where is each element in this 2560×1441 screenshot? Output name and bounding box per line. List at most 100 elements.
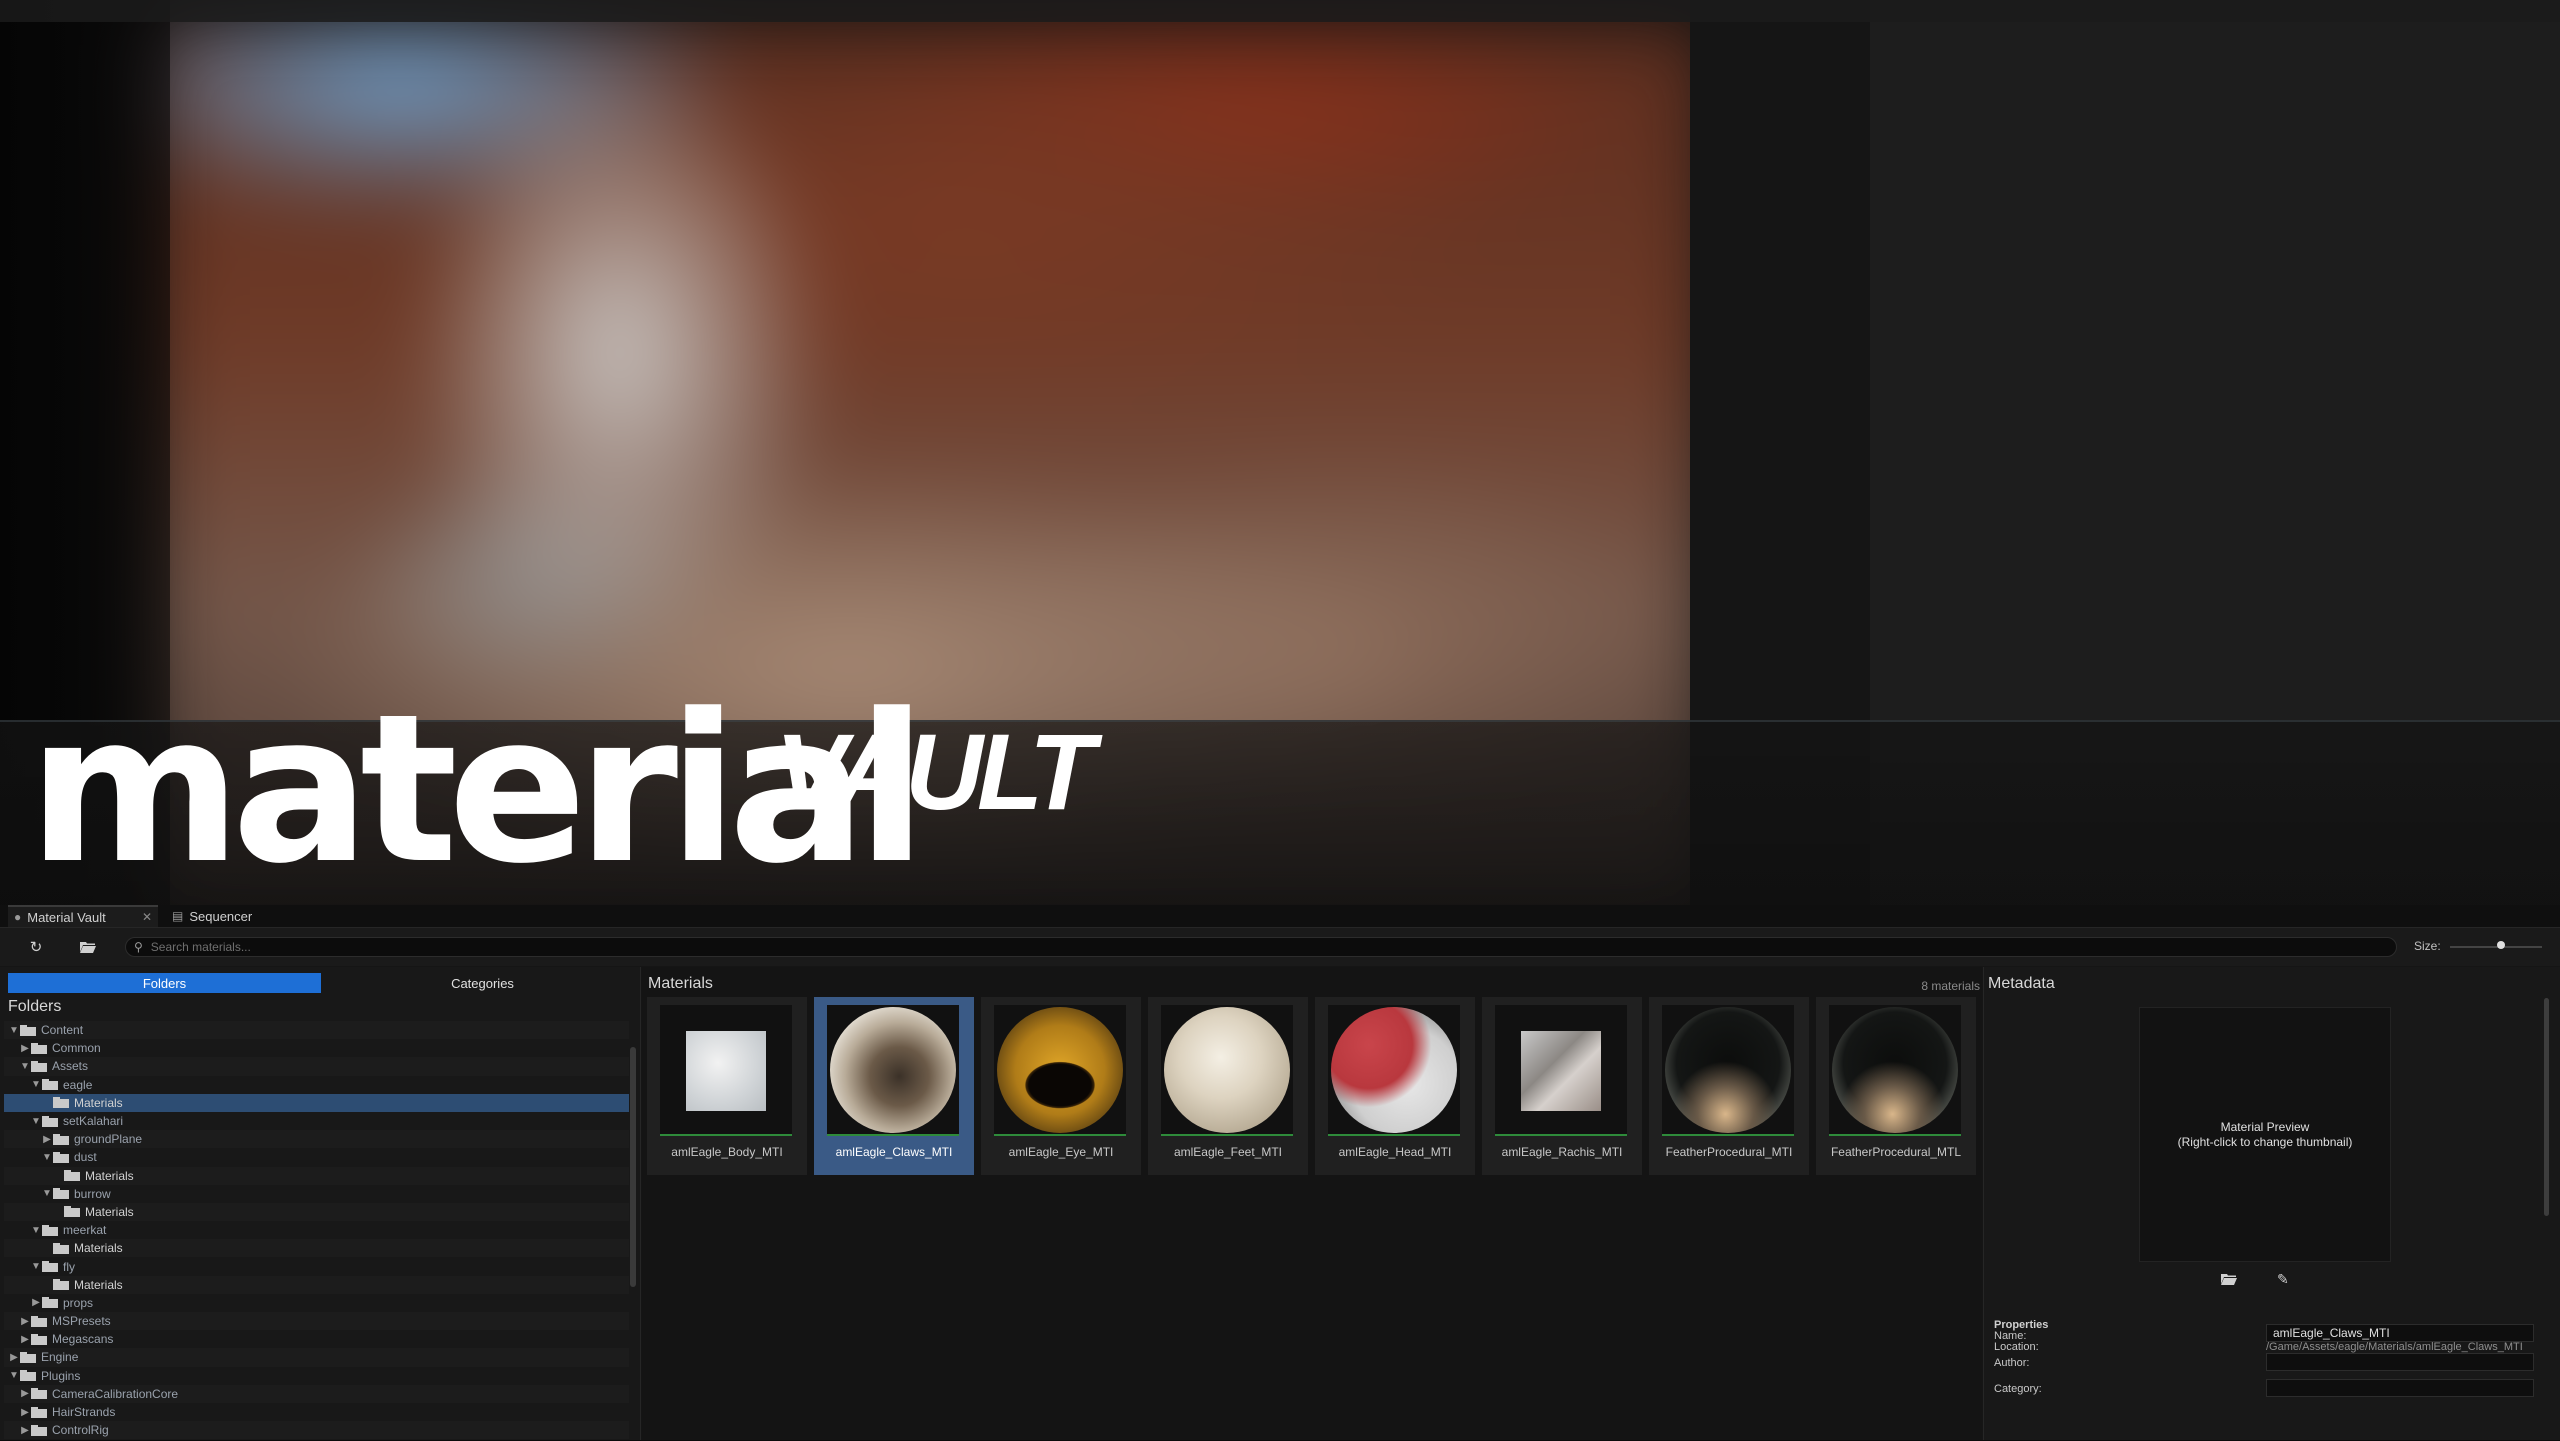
refresh-button[interactable]: ↻ <box>24 936 48 958</box>
tree-node[interactable]: Materials <box>4 1239 629 1258</box>
thumbnail-status-bar <box>1328 1134 1460 1136</box>
tab-sequencer[interactable]: ▤ Sequencer <box>170 905 292 927</box>
material-tile[interactable]: amlEagle_Feet_MTI <box>1148 997 1308 1175</box>
folders-tab-button[interactable]: Folders <box>8 973 321 993</box>
tree-node[interactable]: ▼ setKalahari <box>4 1112 629 1130</box>
thumbnail-status-bar <box>1161 1134 1293 1136</box>
tab-material-vault[interactable]: ● Material Vault ✕ <box>8 905 158 927</box>
chevron-right-icon[interactable]: ▶ <box>19 1043 31 1054</box>
location-value: /Game/Assets/eagle/Materials/amlEagle_Cl… <box>2266 1341 2523 1353</box>
tree-node[interactable]: ▶ groundPlane <box>4 1130 629 1149</box>
tree-node[interactable]: ▶ Common <box>4 1039 629 1057</box>
chevron-down-icon[interactable]: ▼ <box>30 1261 42 1272</box>
folder-icon <box>20 1351 36 1363</box>
folder-icon <box>31 1333 47 1345</box>
open-folder-button[interactable] <box>76 936 100 958</box>
folder-icon <box>64 1206 80 1218</box>
author-field[interactable] <box>2266 1353 2534 1371</box>
material-tile[interactable]: FeatherProcedural_MTI <box>1649 997 1809 1175</box>
material-vault-editor: ● Material Vault ✕ ▤ Sequencer ↻ ⚲ Size:… <box>0 905 2560 1440</box>
tree-node[interactable]: Materials <box>4 1202 629 1222</box>
chevron-right-icon[interactable]: ▶ <box>30 1297 42 1308</box>
folder-tree-scrollbar[interactable] <box>630 1047 636 1287</box>
material-label: amlEagle_Claws_MTI <box>835 1145 953 1159</box>
tree-node[interactable]: ▼ Content <box>4 1021 629 1040</box>
chevron-right-icon[interactable]: ▶ <box>19 1425 31 1436</box>
tree-node-label: Megascans <box>52 1332 114 1347</box>
chevron-right-icon[interactable]: ▶ <box>19 1334 31 1345</box>
tree-node-label: MSPresets <box>52 1314 111 1329</box>
chevron-down-icon[interactable]: ▼ <box>41 1152 53 1163</box>
tree-node[interactable]: ▼ dust <box>4 1148 629 1166</box>
materials-title: Materials <box>648 975 713 992</box>
tree-node[interactable]: ▶ ControlRig <box>4 1421 629 1440</box>
tree-node[interactable]: ▼ burrow <box>4 1185 629 1203</box>
name-field[interactable]: amlEagle_Claws_MTI <box>2266 1324 2534 1342</box>
tree-node[interactable]: ▶ CameraCalibrationCore <box>4 1384 629 1403</box>
search-input[interactable] <box>148 939 2353 955</box>
tree-node-label: Content <box>41 1023 84 1038</box>
size-slider-track[interactable] <box>2450 946 2542 948</box>
chevron-right-icon[interactable]: ▶ <box>8 1352 20 1363</box>
material-tile[interactable]: amlEagle_Eye_MTI <box>981 997 1141 1175</box>
tree-node[interactable]: ▶ MSPresets <box>4 1312 629 1331</box>
material-tile[interactable]: amlEagle_Head_MTI <box>1315 997 1475 1175</box>
tree-node-label: CameraCalibrationCore <box>52 1386 179 1401</box>
tree-node-label: Assets <box>52 1059 89 1074</box>
folder-icon <box>31 1315 47 1327</box>
tree-node[interactable]: Materials <box>4 1275 629 1294</box>
tree-node-label: props <box>63 1295 94 1310</box>
tree-node[interactable]: ▶ props <box>4 1294 629 1312</box>
chevron-right-icon[interactable]: ▶ <box>41 1134 53 1145</box>
tree-node[interactable]: ▼ fly <box>4 1257 629 1275</box>
categories-tab-button[interactable]: Categories <box>326 973 639 993</box>
folder-icon <box>42 1261 58 1273</box>
tree-node[interactable]: ▶ HairStrands <box>4 1403 629 1421</box>
material-tile[interactable]: amlEagle_Rachis_MTI <box>1482 997 1642 1175</box>
tree-node[interactable]: ▶ Engine <box>4 1348 629 1367</box>
tree-node[interactable]: ▼ Assets <box>4 1057 629 1076</box>
material-preview[interactable]: Material Preview (Right-click to change … <box>2139 1007 2391 1262</box>
folder-icon <box>53 1097 69 1109</box>
pencil-icon: ✎ <box>2277 1271 2289 1287</box>
metadata-scrollbar[interactable] <box>2544 998 2549 1216</box>
material-label: amlEagle_Body_MTI <box>671 1145 783 1159</box>
chevron-right-icon[interactable]: ▶ <box>19 1407 31 1418</box>
material-thumbnail <box>660 1005 792 1135</box>
material-thumbnail <box>827 1005 959 1135</box>
chevron-down-icon[interactable]: ▼ <box>41 1188 53 1199</box>
tree-node[interactable]: Materials <box>4 1093 629 1112</box>
chevron-down-icon[interactable]: ▼ <box>30 1116 42 1127</box>
material-tile[interactable]: amlEagle_Claws_MTI <box>814 997 974 1175</box>
preview-edit-button[interactable]: ✎ <box>2277 1271 2289 1288</box>
toolbar: ↻ ⚲ Size: <box>0 928 2560 966</box>
tree-node-label: Materials <box>74 1241 123 1256</box>
close-icon[interactable]: ✕ <box>142 910 152 924</box>
material-tile[interactable]: FeatherProcedural_MTL <box>1816 997 1976 1175</box>
chevron-right-icon[interactable]: ▶ <box>19 1388 31 1399</box>
search-bar[interactable]: ⚲ <box>125 937 2397 957</box>
size-slider-handle[interactable] <box>2496 941 2505 949</box>
material-tile[interactable]: amlEagle_Body_MTI <box>647 997 807 1175</box>
chevron-down-icon[interactable]: ▼ <box>19 1061 31 1072</box>
tree-node[interactable]: ▼ eagle <box>4 1076 629 1094</box>
chevron-down-icon[interactable]: ▼ <box>8 1370 20 1381</box>
material-label: amlEagle_Feet_MTI <box>1173 1145 1283 1159</box>
thumbnail-status-bar <box>827 1134 959 1136</box>
category-field[interactable] <box>2266 1379 2534 1397</box>
tree-node[interactable]: ▼ meerkat <box>4 1221 629 1239</box>
chevron-down-icon[interactable]: ▼ <box>8 1025 20 1036</box>
folder-icon <box>42 1115 58 1127</box>
tab-label: Material Vault <box>27 909 106 925</box>
tree-node-label: meerkat <box>63 1223 107 1238</box>
tree-node[interactable]: ▼ Plugins <box>4 1367 629 1385</box>
chevron-right-icon[interactable]: ▶ <box>19 1316 31 1327</box>
tree-node[interactable]: ▶ Megascans <box>4 1330 629 1348</box>
tree-node[interactable]: Materials <box>4 1166 629 1185</box>
sequencer-icon: ▤ <box>172 909 184 923</box>
chevron-down-icon[interactable]: ▼ <box>30 1079 42 1090</box>
material-label: amlEagle_Eye_MTI <box>1008 1145 1114 1159</box>
preview-open-button[interactable] <box>2221 1272 2237 1288</box>
chevron-down-icon[interactable]: ▼ <box>30 1225 42 1236</box>
materials-panel: Materials 8 materials amlEagle_Body_MTI … <box>642 967 1982 1440</box>
